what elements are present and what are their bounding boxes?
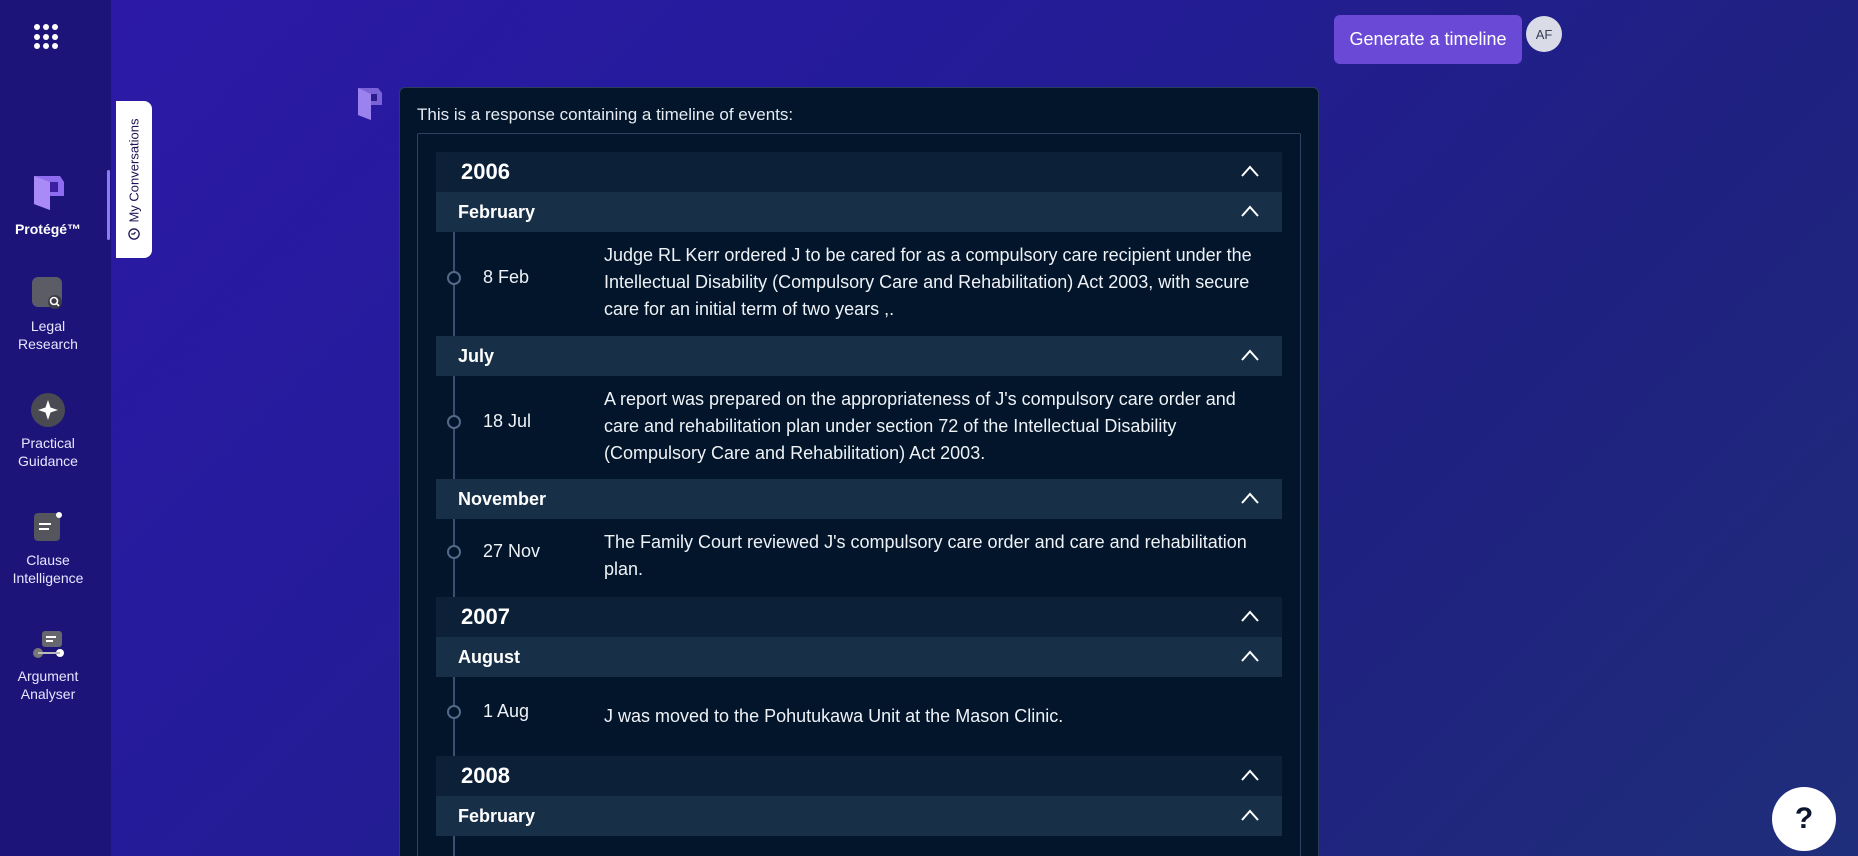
my-conversations-label: My Conversations bbox=[126, 118, 142, 223]
nav-item-label: Legal Research bbox=[18, 318, 78, 352]
event-date: 8 Feb bbox=[483, 267, 530, 287]
timeline-line bbox=[453, 836, 455, 856]
history-icon bbox=[128, 228, 140, 240]
app-grid-icon[interactable] bbox=[34, 24, 60, 50]
event-date: 18 Jul bbox=[483, 411, 532, 431]
timeline-dot bbox=[447, 271, 461, 285]
chevron-up-icon[interactable] bbox=[1240, 808, 1260, 822]
month-header-february[interactable]: February bbox=[436, 192, 1282, 232]
chevron-up-icon[interactable] bbox=[1240, 491, 1260, 505]
response-panel: This is a response containing a timeline… bbox=[399, 87, 1319, 856]
assistant-logo-icon bbox=[358, 88, 382, 120]
argument-analyser-icon bbox=[33, 631, 64, 658]
chevron-up-icon[interactable] bbox=[1240, 609, 1260, 623]
timeline-event: 1 Aug J was moved to the Pohutukawa Unit… bbox=[436, 677, 1282, 756]
year-label: 2007 bbox=[461, 604, 510, 629]
active-indicator bbox=[107, 170, 110, 240]
nav-item-label: Clause Intelligence bbox=[12, 552, 84, 586]
month-header-july[interactable]: July bbox=[436, 336, 1282, 376]
my-conversations-tab[interactable]: My Conversations bbox=[116, 101, 152, 258]
generate-timeline-button[interactable]: Generate a timeline bbox=[1334, 15, 1522, 64]
protege-logo-icon bbox=[34, 176, 64, 210]
legal-research-icon bbox=[32, 277, 62, 309]
nav-item-clause-intelligence[interactable]: Clause Intelligence bbox=[0, 509, 96, 587]
event-date: 1 Aug bbox=[483, 701, 530, 721]
nav-item-label: Argument Analyser bbox=[17, 668, 79, 702]
help-button[interactable]: ? bbox=[1772, 787, 1836, 851]
chevron-up-icon[interactable] bbox=[1240, 348, 1260, 362]
month-label: July bbox=[458, 345, 495, 366]
event-text: Judge RL Kerr ordered J to be cared for … bbox=[604, 245, 1252, 319]
year-header-2008[interactable]: 2008 bbox=[436, 756, 1282, 796]
year-label: 2008 bbox=[461, 763, 510, 788]
timeline-dot bbox=[447, 705, 461, 719]
sidebar: Protégé™ Legal Research Practical Guidan… bbox=[0, 0, 111, 856]
month-label: February bbox=[458, 201, 536, 222]
year-header-2006[interactable]: 2006 bbox=[436, 152, 1282, 192]
timeline-dot bbox=[447, 545, 461, 559]
chevron-up-icon[interactable] bbox=[1240, 204, 1260, 218]
month-label: November bbox=[458, 488, 547, 509]
chevron-up-icon[interactable] bbox=[1240, 768, 1260, 782]
timeline-dot bbox=[447, 415, 461, 429]
event-text: The Family Court reviewed J's compulsory… bbox=[604, 532, 1247, 579]
nav-item-label: Practical Guidance bbox=[18, 435, 78, 469]
month-header-february[interactable]: February bbox=[436, 796, 1282, 836]
year-header-2007[interactable]: 2007 bbox=[436, 597, 1282, 637]
timeline-container: 2006 February 8 Feb Judge RL Kerr ordere… bbox=[417, 133, 1301, 856]
timeline-event: 18 Jul A report was prepared on the appr… bbox=[436, 376, 1282, 479]
nav-item-protege[interactable]: Protégé™ bbox=[0, 170, 96, 238]
timeline-event: 27 Nov The Family Court reviewed J's com… bbox=[436, 519, 1282, 597]
timeline-event: 8 Feb Judge RL Kerr ordered J to be care… bbox=[436, 232, 1282, 336]
timeline-event bbox=[436, 836, 1282, 856]
avatar[interactable]: AF bbox=[1526, 16, 1562, 52]
chevron-up-icon[interactable] bbox=[1240, 164, 1260, 178]
nav-item-argument-analyser[interactable]: Argument Analyser bbox=[0, 625, 96, 703]
event-text: J was moved to the Pohutukawa Unit at th… bbox=[604, 706, 1064, 726]
month-label: August bbox=[458, 646, 520, 667]
chevron-up-icon[interactable] bbox=[1240, 649, 1260, 663]
nav-item-practical-guidance[interactable]: Practical Guidance bbox=[0, 392, 96, 470]
year-label: 2006 bbox=[461, 159, 510, 184]
month-header-august[interactable]: August bbox=[436, 637, 1282, 677]
month-label: February bbox=[458, 805, 536, 826]
clause-document-icon bbox=[34, 512, 62, 541]
response-intro: This is a response containing a timeline… bbox=[417, 105, 794, 124]
month-header-november[interactable]: November bbox=[436, 479, 1282, 519]
event-text: A report was prepared on the appropriate… bbox=[604, 389, 1236, 463]
event-date: 27 Nov bbox=[483, 541, 541, 561]
sparkle-icon bbox=[31, 393, 65, 427]
nav-item-legal-research[interactable]: Legal Research bbox=[0, 275, 96, 353]
nav-item-label: Protégé™ bbox=[14, 221, 82, 237]
